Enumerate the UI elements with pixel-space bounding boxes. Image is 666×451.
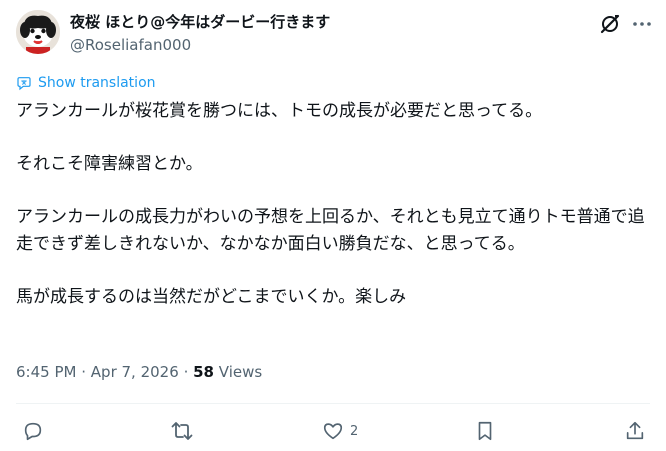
tweet-meta: 6:45 PM · Apr 7, 2026 · 58 Views	[16, 362, 262, 382]
tweet-paragraph: 馬が成長するのは当然だがどこまでいくか。楽しみ	[16, 286, 407, 307]
views-count: 58	[193, 363, 214, 381]
repost-icon	[171, 422, 193, 440]
share-button[interactable]	[624, 418, 646, 444]
repost-button[interactable]	[170, 418, 194, 444]
grok-icon[interactable]	[598, 12, 622, 36]
show-translation-link[interactable]: Show translation	[16, 75, 156, 91]
share-icon	[626, 421, 644, 440]
action-bar: 2	[0, 418, 666, 444]
tweet-paragraph: アランカールの成長力がわいの予想を上回るか、それとも見立て通りトモ普通で追走でき…	[16, 207, 645, 254]
bookmark-button[interactable]	[474, 418, 496, 444]
heart-icon	[323, 423, 343, 440]
avatar-image	[16, 10, 60, 54]
display-name[interactable]: 夜桜 ほとり@今年はダービー行きます	[70, 13, 330, 31]
translate-icon	[17, 77, 31, 91]
tweet-paragraph: それこそ障害練習とか。	[16, 154, 203, 174]
like-button[interactable]: 2	[322, 418, 358, 444]
reply-icon	[24, 422, 42, 441]
meta-separator: ·	[81, 363, 87, 381]
tweet-date[interactable]: Apr 7, 2026	[91, 363, 179, 381]
show-translation-label: Show translation	[38, 75, 156, 91]
more-horizontal-icon[interactable]	[630, 12, 654, 36]
tweet-paragraph: アランカールが桜花賞を勝つには、トモの成長が必要だと思ってる。	[16, 101, 543, 121]
bookmark-icon	[478, 421, 492, 441]
views-label: Views	[218, 363, 263, 381]
meta-separator: ·	[183, 363, 189, 381]
divider	[16, 403, 650, 404]
tweet-detail: 夜桜 ほとり@今年はダービー行きます @Roseliafan000 Show t…	[0, 0, 666, 451]
reply-button[interactable]	[22, 418, 44, 444]
user-handle[interactable]: @Roseliafan000	[70, 36, 191, 54]
tweet-text: アランカールが桜花賞を勝つには、トモの成長が必要だと思ってる。 それこそ障害練習…	[16, 98, 648, 310]
tweet-time[interactable]: 6:45 PM	[16, 363, 76, 381]
avatar[interactable]	[16, 10, 60, 54]
like-count: 2	[350, 423, 359, 439]
